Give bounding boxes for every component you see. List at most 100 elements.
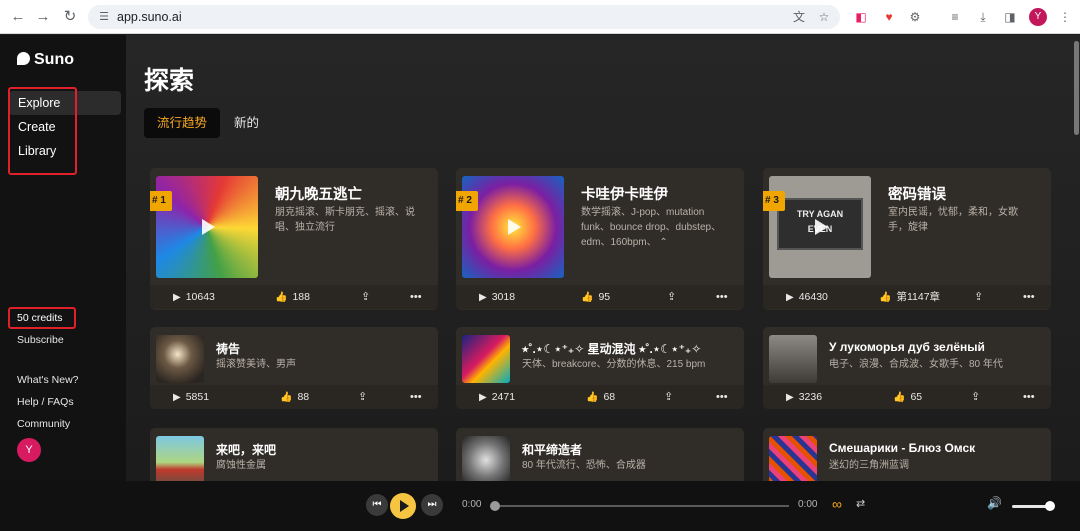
user-avatar[interactable]: Y: [17, 438, 41, 462]
more-options-icon[interactable]: •••: [1023, 385, 1035, 409]
song-title[interactable]: 和平缔造者: [522, 441, 582, 458]
like-button[interactable]: 👍 68: [586, 385, 615, 409]
like-count-value: 88: [297, 391, 310, 403]
site-settings-icon[interactable]: ☰: [96, 9, 112, 25]
thumbs-up-icon: 👍: [275, 292, 288, 303]
progress-handle[interactable]: [490, 501, 500, 511]
share-icon[interactable]: ⇪: [974, 285, 983, 309]
scrollbar[interactable]: [1074, 41, 1079, 135]
back-icon[interactable]: ←: [8, 7, 28, 27]
more-options-icon[interactable]: •••: [1023, 285, 1035, 309]
song-card[interactable]: Смешарики - Блюз Омск 迷幻的三角洲蓝调: [763, 428, 1051, 481]
suno-logo[interactable]: Suno: [17, 51, 74, 69]
extension-icon[interactable]: ◧: [852, 8, 870, 26]
reload-icon[interactable]: ↻: [60, 7, 80, 27]
song-card[interactable]: ⭒˚.⋆☾⋆⁺₊✧ 星动混沌 ⭒˚.⋆☾⋆⁺₊✧ 天体、breakcore、分数…: [456, 327, 744, 409]
volume-handle[interactable]: [1045, 501, 1055, 511]
share-icon[interactable]: ⇪: [971, 385, 980, 409]
play-count[interactable]: ▶ 3018: [479, 285, 515, 309]
loop-icon[interactable]: ∞: [832, 496, 842, 512]
next-track-icon[interactable]: ⏭: [421, 494, 443, 516]
subscribe-link[interactable]: Subscribe: [17, 334, 64, 346]
more-options-icon[interactable]: •••: [716, 285, 728, 309]
song-title[interactable]: 祷告: [216, 340, 240, 357]
sidebar: Suno Explore Create Library 50 credits S…: [0, 35, 126, 481]
volume-icon[interactable]: 🔊: [987, 496, 1002, 510]
forward-icon[interactable]: →: [33, 7, 53, 27]
previous-track-icon[interactable]: ⏮: [366, 494, 388, 516]
download-icon[interactable]: ⤓: [974, 8, 992, 26]
play-count[interactable]: ▶ 5851: [173, 385, 209, 409]
play-count-value: 5851: [185, 391, 210, 403]
song-title[interactable]: 密码错误: [888, 183, 946, 204]
song-card[interactable]: 和平缔造者 80 年代流行、恐怖、合成器: [456, 428, 744, 481]
address-bar[interactable]: ☰ app.suno.ai 文 ☆: [88, 5, 840, 29]
play-count-value: 10643: [185, 291, 215, 303]
more-options-icon[interactable]: •••: [410, 385, 422, 409]
play-icon[interactable]: [815, 219, 828, 235]
share-icon[interactable]: ⇪: [358, 385, 367, 409]
progress-bar[interactable]: [495, 505, 789, 507]
song-title[interactable]: Смешарики - Блюз Омск: [829, 441, 975, 455]
play-count[interactable]: ▶ 10643: [173, 285, 215, 309]
play-count[interactable]: ▶ 2471: [479, 385, 515, 409]
tab-new[interactable]: 新的: [221, 108, 272, 138]
share-icon[interactable]: ⇪: [664, 385, 673, 409]
song-card[interactable]: TRY AGAN EVEN # 3 密码错误 室内民谣，忧郁，柔和，女歌 手，旋…: [763, 168, 1051, 310]
like-button[interactable]: 👍 88: [280, 385, 309, 409]
repeat-icon[interactable]: ⇄: [856, 497, 865, 510]
share-icon[interactable]: ⇪: [361, 285, 370, 309]
like-button[interactable]: 👍 65: [893, 385, 922, 409]
bookmark-star-icon[interactable]: ☆: [816, 9, 832, 25]
like-count-value: 65: [910, 391, 923, 403]
song-card[interactable]: 来吧，来吧 腐蚀性金属: [150, 428, 438, 481]
song-title[interactable]: 朝九晚五逃亡: [275, 183, 362, 204]
play-count[interactable]: ▶ 3236: [786, 385, 822, 409]
rank-badge: # 1: [150, 191, 172, 211]
song-cover[interactable]: [769, 436, 817, 481]
side-panel-icon[interactable]: ◨: [1001, 8, 1019, 26]
song-cover[interactable]: [156, 335, 204, 383]
song-cover[interactable]: [462, 335, 510, 383]
tab-trending[interactable]: 流行趋势: [144, 108, 221, 138]
song-cover[interactable]: [462, 436, 510, 481]
community-link[interactable]: Community: [17, 418, 70, 430]
more-options-icon[interactable]: •••: [716, 385, 728, 409]
song-card[interactable]: 祷告 摇滚赞美诗、男声 ▶ 5851 👍 88 ⇪ •••: [150, 327, 438, 409]
like-button[interactable]: 👍 第1147章: [879, 285, 940, 309]
extension-icon[interactable]: ♥: [880, 8, 898, 26]
help-faqs-link[interactable]: Help / FAQs: [17, 396, 74, 408]
song-title[interactable]: У лукоморья дуб зелёный: [829, 340, 985, 354]
song-card[interactable]: У лукоморья дуб зелёный 电子、浪漫、合成波、女歌手、80…: [763, 327, 1051, 409]
browser-menu-icon[interactable]: ⋮: [1056, 8, 1074, 26]
whats-new-link[interactable]: What's New?: [17, 374, 79, 386]
play-count-icon: ▶: [479, 292, 487, 303]
song-cover[interactable]: [769, 335, 817, 383]
song-tags: 腐蚀性金属: [216, 460, 266, 471]
thumbs-up-icon: 👍: [893, 392, 906, 403]
url-text[interactable]: app.suno.ai: [117, 10, 182, 24]
song-card[interactable]: # 1 朝九晚五逃亡 朋克摇滚、斯卡朋克、摇滚、说 唱、独立流行 ▶ 10643 …: [150, 168, 438, 310]
song-card[interactable]: # 2 卡哇伊卡哇伊 数学摇滚、J-pop、mutation funk、boun…: [456, 168, 744, 310]
like-button[interactable]: 👍 188: [275, 285, 310, 309]
more-options-icon[interactable]: •••: [410, 285, 422, 309]
share-icon[interactable]: ⇪: [667, 285, 676, 309]
extensions-puzzle-icon[interactable]: ⚙: [906, 8, 924, 26]
chevron-up-icon[interactable]: ⌃: [659, 237, 667, 248]
song-title[interactable]: 来吧，来吧: [216, 441, 276, 458]
translate-icon[interactable]: 文: [791, 9, 807, 25]
play-icon[interactable]: [508, 219, 521, 235]
song-tags: 数学摇滚、J-pop、mutation funk、bounce drop、dub…: [581, 205, 721, 250]
media-control-icon[interactable]: ≡: [946, 8, 964, 26]
like-button[interactable]: 👍 95: [581, 285, 610, 309]
song-title[interactable]: 卡哇伊卡哇伊: [581, 183, 668, 204]
play-icon[interactable]: [202, 219, 215, 235]
cover-text: TRY AGAN: [796, 209, 844, 219]
play-count[interactable]: ▶ 46430: [786, 285, 828, 309]
rank-badge: # 2: [456, 191, 478, 211]
profile-avatar[interactable]: Y: [1029, 8, 1047, 26]
song-cover[interactable]: [156, 436, 204, 481]
song-title[interactable]: ⭒˚.⋆☾⋆⁺₊✧ 星动混沌 ⭒˚.⋆☾⋆⁺₊✧: [522, 340, 701, 357]
like-count-value: 第1147章: [896, 291, 941, 303]
play-button[interactable]: [390, 493, 416, 519]
